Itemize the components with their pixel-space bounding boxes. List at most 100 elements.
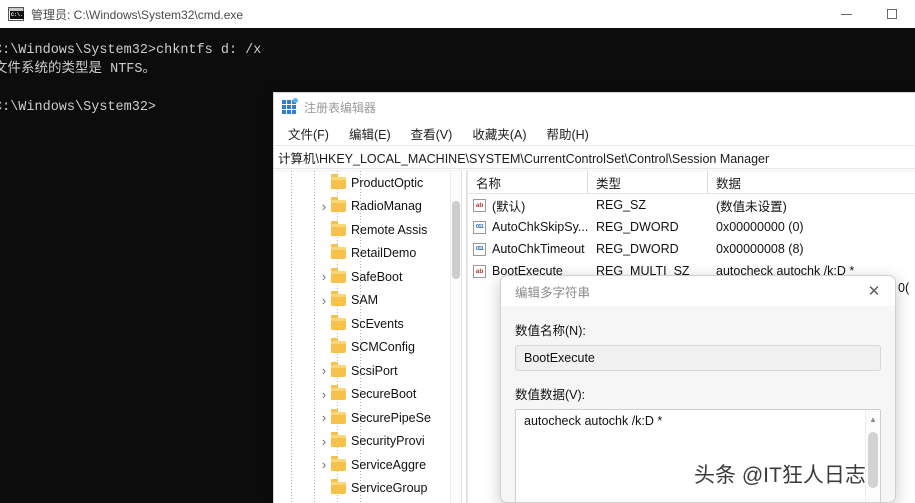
- column-header-name[interactable]: 名称: [468, 171, 588, 193]
- chevron-right-icon[interactable]: ›: [317, 410, 331, 425]
- tree-item-servicegroup[interactable]: ServiceGroup: [274, 477, 451, 501]
- scroll-up-icon[interactable]: ▲: [866, 415, 880, 424]
- tree-scrollbar-thumb[interactable]: [452, 201, 460, 279]
- tree-item-label: ScEvents: [351, 316, 404, 331]
- address-path: 计算机\HKEY_LOCAL_MACHINE\SYSTEM\CurrentCon…: [278, 151, 770, 166]
- regedit-menubar: 文件(F) 编辑(E) 查看(V) 收藏夹(A) 帮助(H): [274, 121, 915, 145]
- menu-view[interactable]: 查看(V): [403, 122, 461, 145]
- dialog-titlebar: 编辑多字符串 ✕: [501, 276, 895, 306]
- value-data-scrollbar[interactable]: ▲: [865, 410, 880, 502]
- value-name-input[interactable]: BootExecute: [515, 345, 881, 371]
- folder-icon: [331, 432, 346, 448]
- tree-item-label: SAM: [351, 293, 379, 308]
- tree-item-label: Remote Assis: [351, 222, 428, 237]
- chevron-right-icon[interactable]: ›: [317, 363, 331, 378]
- watermark-text: 头条 @IT狂人日志: [694, 464, 866, 487]
- close-icon[interactable]: ✕: [853, 276, 895, 306]
- tree-item-remote-assis[interactable]: Remote Assis: [274, 218, 451, 242]
- tree-item-label: SafeBoot: [351, 269, 403, 284]
- chevron-right-icon[interactable]: ›: [317, 269, 331, 284]
- tree-item-label: ScsiPort: [351, 363, 398, 378]
- value-data-cell: 0x00000000 (0): [716, 220, 804, 234]
- chevron-right-icon[interactable]: ›: [317, 387, 331, 402]
- registry-tree[interactable]: ProductOptic › RadioManag Remote Assis Retai…: [274, 171, 451, 503]
- terminal-line: C:\Windows\System32>chkntfs d: /x: [0, 43, 262, 58]
- tree-vertical-scrollbar[interactable]: [450, 171, 461, 503]
- chevron-right-icon[interactable]: ›: [317, 457, 331, 472]
- tree-item-productoptic[interactable]: ProductOptic: [274, 171, 451, 195]
- value-data-label: 数值数据(V):: [515, 388, 586, 402]
- tree-item-safeboot[interactable]: › SafeBoot: [274, 265, 451, 289]
- folder-icon: [331, 408, 346, 424]
- tree-item-label: RetailDemo: [351, 246, 417, 261]
- cmd-titlebar: 管理员: C:\Windows\System32\cmd.exe: [0, 0, 915, 28]
- dialog-title: 编辑多字符串: [515, 285, 591, 300]
- folder-icon: [331, 197, 346, 213]
- menu-favorites[interactable]: 收藏夹(A): [464, 122, 534, 145]
- menu-file[interactable]: 文件(F): [280, 122, 337, 145]
- regedit-titlebar: 注册表编辑器: [274, 93, 915, 121]
- menu-edit[interactable]: 编辑(E): [341, 122, 399, 145]
- menu-help[interactable]: 帮助(H): [538, 122, 596, 145]
- tree-item-label: SCMConfig: [351, 340, 415, 355]
- folder-icon: [331, 361, 346, 377]
- tree-item-sam[interactable]: › SAM: [274, 289, 451, 313]
- chevron-right-icon[interactable]: ›: [317, 434, 331, 449]
- dword-value-icon: 011: [473, 220, 486, 234]
- tree-item-serviceaggre[interactable]: › ServiceAggre: [274, 453, 451, 477]
- minimize-button[interactable]: [823, 0, 869, 28]
- tree-item-scevents[interactable]: ScEvents: [274, 312, 451, 336]
- value-name-text: AutoChkSkipSy...: [492, 220, 588, 234]
- regedit-title: 注册表编辑器: [304, 100, 377, 115]
- value-data-text: autocheck autochk /k:D *: [524, 414, 663, 428]
- folder-icon: [331, 338, 346, 354]
- value-row[interactable]: ab (默认) REG_SZ (数值未设置): [468, 194, 915, 216]
- folder-icon: [331, 314, 346, 330]
- value-name-cell: 011 AutoChkTimeout: [468, 242, 588, 256]
- column-header-data[interactable]: 数据: [708, 171, 915, 193]
- value-data-cell: 0x00000008 (8): [716, 242, 804, 256]
- cmd-window-controls: [823, 0, 915, 28]
- chevron-right-icon[interactable]: ›: [317, 199, 331, 214]
- maximize-button[interactable]: [869, 0, 915, 28]
- folder-icon: [331, 173, 346, 189]
- chevron-right-icon[interactable]: ›: [317, 293, 331, 308]
- registry-tree-pane: ProductOptic › RadioManag Remote Assis Retai…: [274, 170, 461, 503]
- value-type-cell: REG_SZ: [596, 198, 647, 212]
- tree-item-securityprovi[interactable]: › SecurityProvi: [274, 430, 451, 454]
- values-list[interactable]: ab (默认) REG_SZ (数值未设置) 011 AutoChkSkipSy... RE…: [468, 194, 915, 282]
- value-name-cell: 011 AutoChkSkipSy...: [468, 220, 588, 234]
- value-row[interactable]: 011 AutoChkSkipSy... REG_DWORD 0x00000000 (…: [468, 216, 915, 238]
- tree-item-radiomanag[interactable]: › RadioManag: [274, 195, 451, 219]
- tree-item-label: SecurityProvi: [351, 434, 425, 449]
- value-data-scrollbar-thumb[interactable]: [868, 432, 878, 488]
- tree-item-label: SecureBoot: [351, 387, 417, 402]
- minimize-icon: [840, 13, 852, 15]
- dword-value-icon: 011: [473, 242, 486, 256]
- tree-item-label: ProductOptic: [351, 175, 424, 190]
- folder-icon: [331, 220, 346, 236]
- folder-icon: [331, 291, 346, 307]
- values-column-header: 名称 类型 数据: [468, 171, 915, 194]
- column-header-type[interactable]: 类型: [588, 171, 708, 193]
- string-value-icon: ab: [473, 198, 486, 212]
- value-name-label: 数值名称(N):: [515, 324, 586, 338]
- tree-item-label: ServiceAggre: [351, 457, 427, 472]
- folder-icon: [331, 267, 346, 283]
- terminal-line: 文件系统的类型是 NTFS。: [0, 62, 157, 77]
- folder-icon: [331, 455, 346, 471]
- string-value-icon: ab: [473, 264, 486, 278]
- tree-item-scsiport[interactable]: › ScsiPort: [274, 359, 451, 383]
- tree-item-retaildemo[interactable]: RetailDemo: [274, 242, 451, 266]
- tree-item-scmconfig[interactable]: SCMConfig: [274, 336, 451, 360]
- tree-item-label: ServiceGroup: [351, 481, 428, 496]
- tree-item-secureboot[interactable]: › SecureBoot: [274, 383, 451, 407]
- value-row[interactable]: 011 AutoChkTimeout REG_DWORD 0x00000008 (8): [468, 238, 915, 260]
- registry-icon: [282, 98, 298, 114]
- tree-item-securepipese[interactable]: › SecurePipeSe: [274, 406, 451, 430]
- tree-item-label: SecurePipeSe: [351, 410, 431, 425]
- value-type-cell: REG_DWORD: [596, 242, 679, 256]
- cmd-window-title: 管理员: C:\Windows\System32\cmd.exe: [31, 7, 244, 22]
- regedit-addressbar[interactable]: 计算机\HKEY_LOCAL_MACHINE\SYSTEM\CurrentCon…: [274, 145, 915, 169]
- value-data-cell: (数值未设置): [716, 199, 787, 214]
